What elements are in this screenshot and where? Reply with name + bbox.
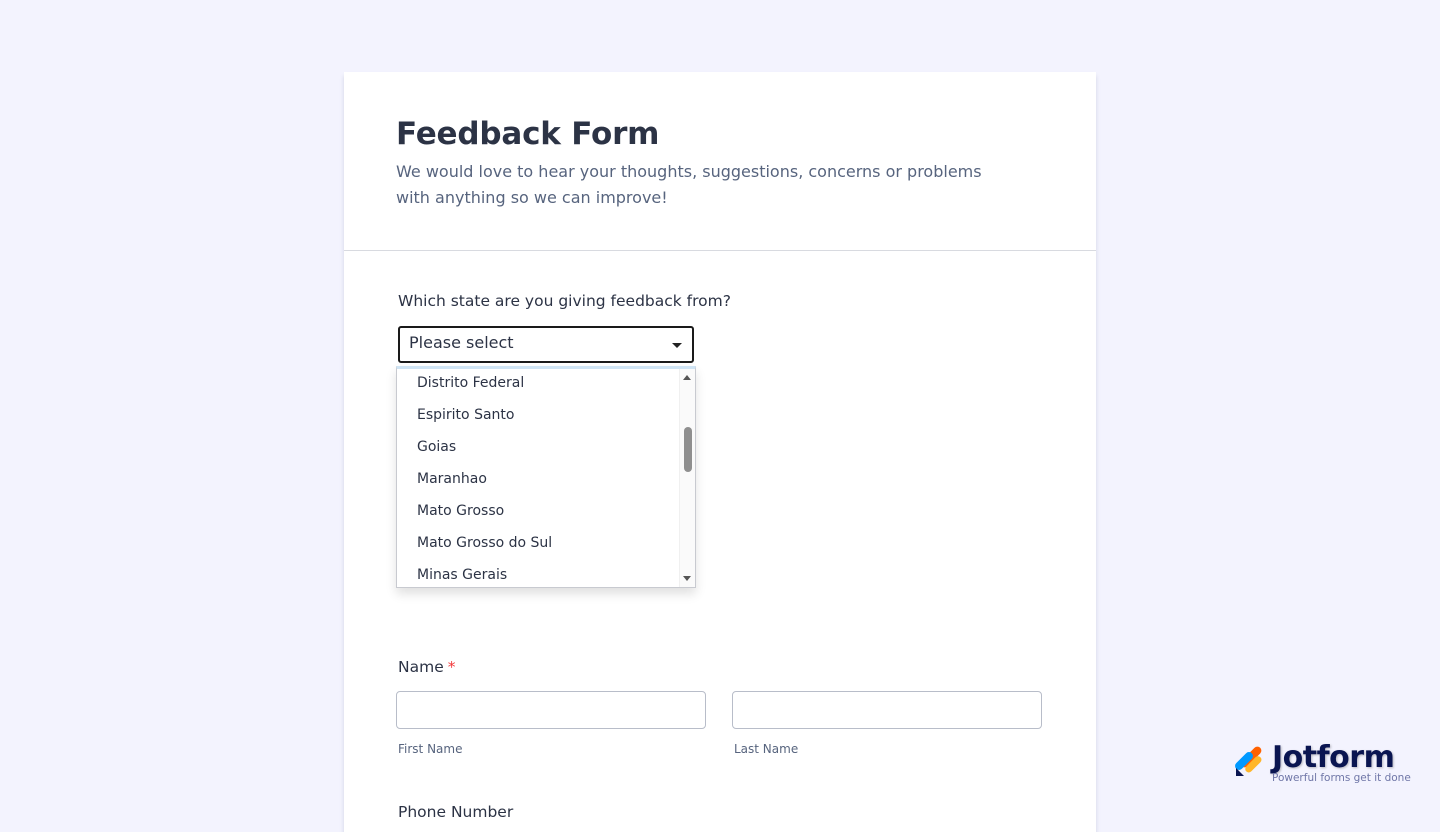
first-name-input[interactable] [396,691,706,729]
jotform-badge[interactable]: Jotform Powerful forms get it done [1234,740,1411,788]
form-header: Feedback Form We would love to hear your… [344,72,1096,251]
first-name-sublabel: First Name [398,742,463,756]
jotform-wordmark: Jotform [1272,740,1395,775]
state-option[interactable]: Mato Grosso do Sul [417,535,552,551]
state-option[interactable]: Minas Gerais [417,567,507,583]
form-subtitle: We would love to hear your thoughts, sug… [396,162,982,207]
state-option[interactable]: Mato Grosso [417,503,504,519]
scrollbar-thumb[interactable] [684,427,692,472]
form-card: Feedback Form We would love to hear your… [344,72,1096,832]
name-question-label: Name * [398,658,455,676]
state-option[interactable]: Maranhao [417,471,487,487]
state-select[interactable]: Please select [398,326,694,363]
state-question-label: Which state are you giving feedback from… [398,292,731,310]
scroll-up-arrow-icon[interactable] [683,375,691,380]
last-name-input[interactable] [732,691,1042,729]
phone-question-label: Phone Number [398,803,514,821]
scroll-down-arrow-icon[interactable] [683,576,691,581]
state-option[interactable]: Goias [417,439,456,455]
dropdown-arrow-icon [672,343,682,348]
required-asterisk: * [447,658,456,676]
name-label-text: Name [398,658,444,676]
form-title: Feedback Form [396,116,660,152]
state-option[interactable]: Espirito Santo [417,407,514,423]
state-options-list[interactable]: Distrito Federal Espirito Santo Goias Ma… [396,366,696,588]
options-scrollbar[interactable] [679,369,695,587]
jotform-logo-icon [1235,746,1262,776]
jotform-tagline: Powerful forms get it done [1272,772,1411,784]
last-name-sublabel: Last Name [734,742,799,756]
state-option[interactable]: Distrito Federal [417,375,524,391]
state-select-value: Please select [409,333,514,352]
